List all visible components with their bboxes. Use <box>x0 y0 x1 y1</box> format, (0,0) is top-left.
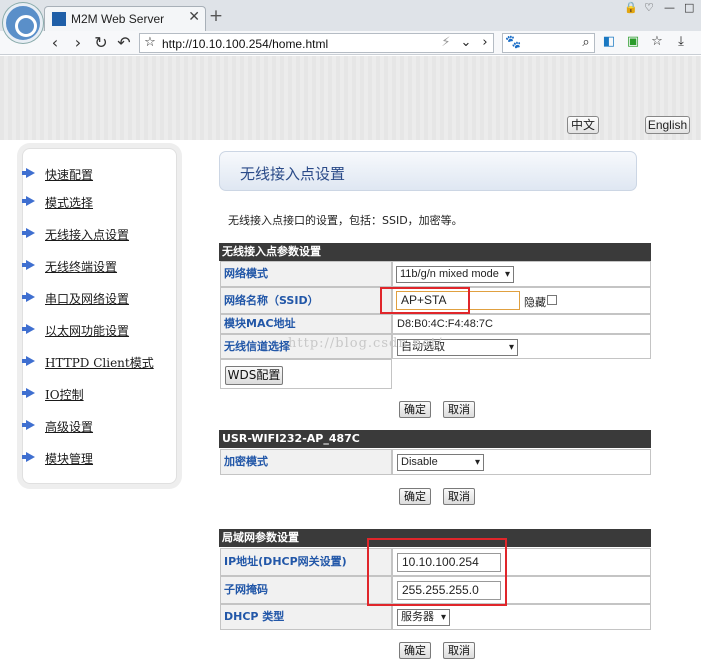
hide-label: 隐藏 <box>524 296 546 309</box>
hide-checkbox[interactable] <box>547 295 557 305</box>
mac-cell: D8:B0:4C:F4:48:7C <box>392 314 651 334</box>
arrow-right-icon <box>22 420 35 430</box>
tab-title: M2M Web Server <box>71 12 165 26</box>
lan-highlight-box <box>367 538 507 606</box>
encryption-cell: Disable <box>392 449 651 475</box>
download-icon[interactable]: ⤓ <box>673 34 689 50</box>
lan-ok-button[interactable]: 确定 <box>399 642 431 659</box>
chevron-down-icon[interactable]: ⌄ <box>458 35 474 51</box>
menu-module-manage[interactable]: 模块管理 <box>22 450 93 467</box>
page-title: 无线接入点设置 <box>240 165 346 183</box>
new-tab-button[interactable]: + <box>207 7 225 25</box>
reader-icon[interactable]: ◧ <box>601 34 617 50</box>
lock-icon[interactable]: 🔒 <box>624 1 638 14</box>
menu-quick-config[interactable]: 快速配置 <box>22 166 93 183</box>
arrow-right-icon <box>22 292 35 302</box>
arrow-right-icon <box>22 388 35 398</box>
search-engine-icon[interactable]: 🐾 <box>505 35 521 51</box>
search-icon[interactable]: ⌕ <box>578 35 594 51</box>
arrow-right-icon <box>22 356 35 366</box>
ap-section-header: 无线接入点参数设置 <box>219 243 651 261</box>
page-favicon-icon <box>52 12 66 26</box>
menu-advanced[interactable]: 高级设置 <box>22 418 93 435</box>
security-ok-button[interactable]: 确定 <box>399 488 431 505</box>
browser-navbar: ‹ › ↻ ↶ ☆ http://10.10.100.254/home.html… <box>0 31 701 55</box>
close-tab-icon[interactable]: ✕ <box>188 9 200 25</box>
lightning-icon[interactable]: ⚡ <box>438 35 454 51</box>
url-text: http://10.10.100.254/home.html <box>162 37 329 51</box>
menu-sta-settings[interactable]: 无线终端设置 <box>22 258 117 275</box>
wds-config-button[interactable]: WDS配置 <box>225 366 283 385</box>
arrow-right-icon <box>22 228 35 238</box>
dhcp-type-cell: 服务器 <box>392 604 651 630</box>
arrow-right-icon <box>22 168 35 178</box>
chevron-right-icon[interactable]: › <box>477 35 493 51</box>
network-mode-select[interactable]: 11b/g/n mixed mode <box>396 266 514 283</box>
wds-cell: WDS配置 <box>220 359 392 389</box>
refresh-icon[interactable]: ↻ <box>92 33 110 53</box>
back-icon[interactable]: ‹ <box>46 33 64 53</box>
mac-label: 模块MAC地址 <box>220 314 392 334</box>
browser-tab[interactable]: M2M Web Server ✕ <box>44 6 206 31</box>
menu-ap-settings[interactable]: 无线接入点设置 <box>22 226 129 243</box>
star-icon[interactable]: ☆ <box>142 35 158 51</box>
lang-chinese-button[interactable]: 中文 <box>567 116 599 134</box>
arrow-right-icon <box>22 260 35 270</box>
screenshot-icon[interactable]: ▣ <box>625 34 641 50</box>
arrow-right-icon <box>22 324 35 334</box>
browser-logo-icon[interactable] <box>3 3 43 43</box>
sidebar: 快速配置 模式选择 无线接入点设置 无线终端设置 串口及网络设置 以太网功能设置… <box>22 148 177 484</box>
shirt-icon[interactable]: ♡ <box>644 1 654 14</box>
dhcp-type-select[interactable]: 服务器 <box>397 609 450 626</box>
lang-english-button[interactable]: English <box>645 116 690 134</box>
page-header: 无线接入点设置 <box>219 151 637 191</box>
watermark: http://blog.csdn.net/ <box>288 336 443 351</box>
security-cancel-button[interactable]: 取消 <box>443 488 475 505</box>
security-section-header: USR-WIFI232-AP_487C <box>219 430 651 448</box>
menu-mode-select[interactable]: 模式选择 <box>22 194 93 211</box>
search-box[interactable]: 🐾 ⌕ <box>502 33 595 53</box>
network-mode-cell: 11b/g/n mixed mode <box>392 261 651 287</box>
ssid-highlight-box <box>380 287 470 314</box>
ap-cancel-button[interactable]: 取消 <box>443 401 475 418</box>
encryption-label: 加密模式 <box>220 449 392 475</box>
lan-cancel-button[interactable]: 取消 <box>443 642 475 659</box>
dhcp-type-label: DHCP 类型 <box>220 604 392 630</box>
minimize-icon[interactable]: — <box>664 1 675 14</box>
menu-io-control[interactable]: IO控制 <box>22 386 84 403</box>
encryption-select[interactable]: Disable <box>397 454 484 471</box>
mac-value: D8:B0:4C:F4:48:7C <box>397 318 493 330</box>
arrow-right-icon <box>22 196 35 206</box>
menu-serial-network[interactable]: 串口及网络设置 <box>22 290 129 307</box>
page-description: 无线接入点接口的设置，包括：SSID，加密等。 <box>228 214 463 227</box>
undo-icon[interactable]: ↶ <box>115 33 133 53</box>
browser-titlebar: M2M Web Server ✕ + 🔒 ♡ — □ <box>0 0 701 31</box>
arrow-right-icon <box>22 452 35 462</box>
menu-httpd-client[interactable]: HTTPD Client模式 <box>22 354 154 371</box>
address-bar[interactable]: ☆ http://10.10.100.254/home.html ⚡ ⌄ › <box>139 33 494 53</box>
ap-ok-button[interactable]: 确定 <box>399 401 431 418</box>
network-mode-label: 网络模式 <box>220 261 392 287</box>
bookmark-icon[interactable]: ☆ <box>649 34 665 50</box>
ssid-label: 网络名称（SSID） <box>220 287 392 314</box>
maximize-icon[interactable]: □ <box>684 1 694 14</box>
menu-ethernet[interactable]: 以太网功能设置 <box>22 322 129 339</box>
forward-icon[interactable]: › <box>69 33 87 53</box>
